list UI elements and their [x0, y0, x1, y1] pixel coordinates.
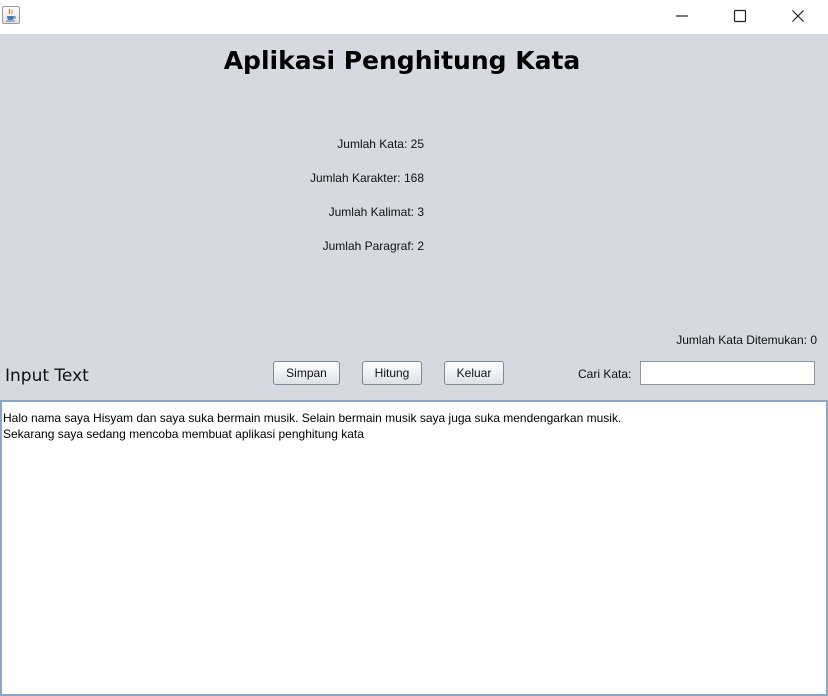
paragraph-count-label: Jumlah Paragraf: 2: [322, 239, 424, 253]
exit-button[interactable]: Keluar: [444, 361, 504, 385]
app-window: Aplikasi Penghitung Kata Jumlah Kata: 25…: [0, 0, 828, 696]
word-count-label: Jumlah Kata: 25: [337, 137, 424, 151]
page-title: Aplikasi Penghitung Kata: [223, 46, 581, 75]
minimize-button[interactable]: [653, 0, 711, 32]
save-button[interactable]: Simpan: [273, 361, 340, 385]
minimize-icon: [676, 15, 688, 17]
search-word-input[interactable]: [640, 361, 815, 385]
sentence-count-label: Jumlah Kalimat: 3: [328, 205, 424, 219]
close-button[interactable]: [769, 0, 827, 32]
character-count-label: Jumlah Karakter: 168: [309, 171, 424, 185]
close-icon: [792, 10, 804, 22]
search-word-label: Cari Kata:: [578, 367, 632, 381]
found-word-count-label: Jumlah Kata Ditemukan: 0: [676, 333, 817, 347]
title-bar[interactable]: [0, 0, 828, 34]
input-text-area[interactable]: Halo nama saya Hisyam dan saya suka berm…: [0, 400, 828, 696]
maximize-button[interactable]: [711, 0, 769, 32]
input-text-label: Input Text: [5, 366, 89, 386]
count-button[interactable]: Hitung: [362, 361, 422, 385]
maximize-icon: [733, 9, 747, 23]
java-app-icon[interactable]: [2, 6, 20, 24]
